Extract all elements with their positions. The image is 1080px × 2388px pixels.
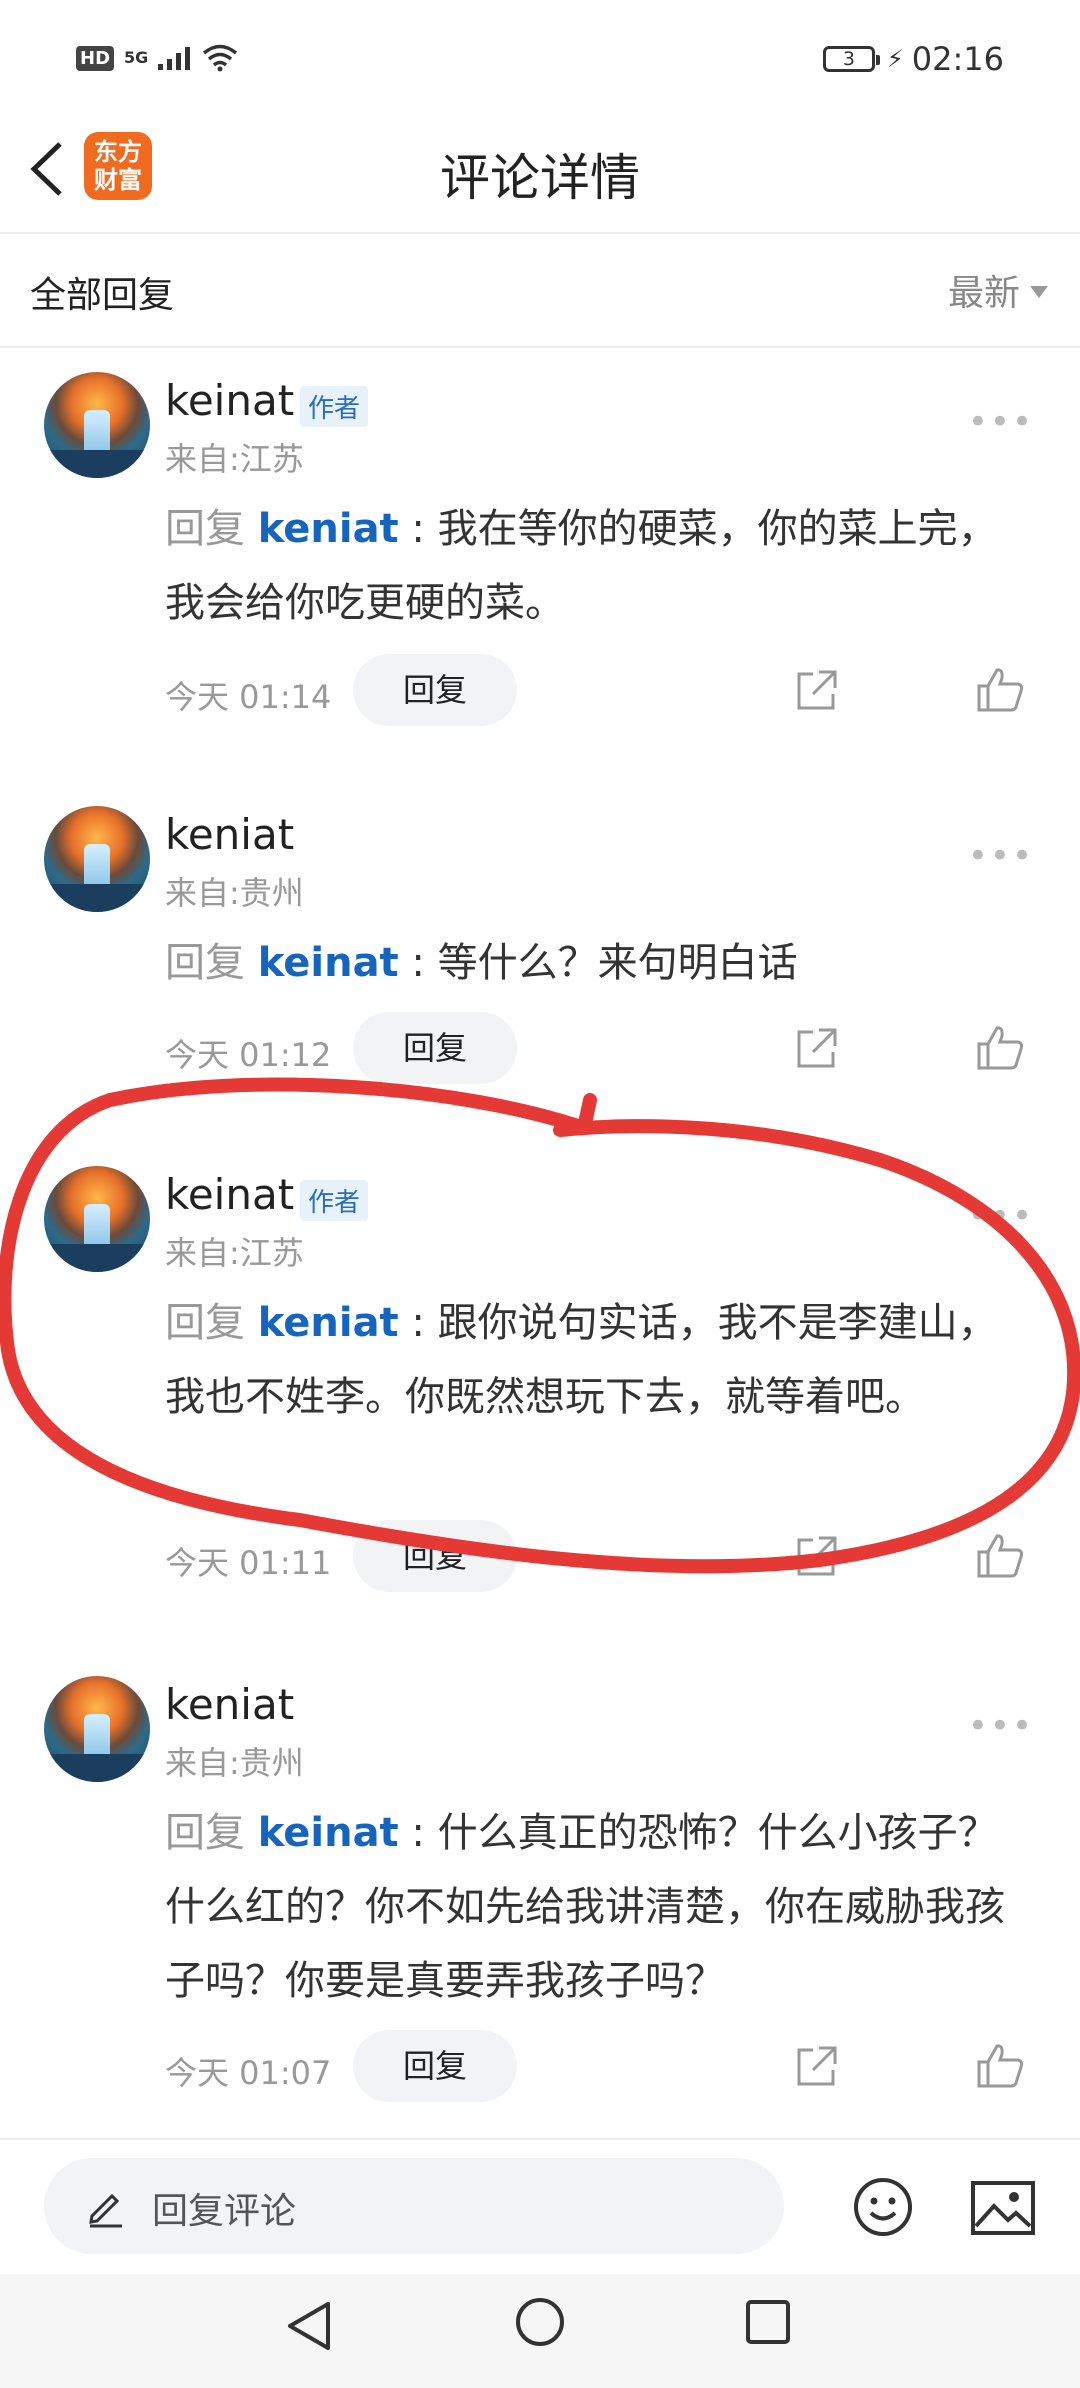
thumbs-up-icon[interactable]: [975, 1530, 1027, 1582]
reply-button[interactable]: 回复: [353, 1520, 517, 1592]
comment-location: 来自:江苏: [165, 440, 304, 478]
comment-actions: 今天 01:12 回复: [165, 1012, 1045, 1084]
comment-username[interactable]: keinat: [165, 376, 294, 425]
more-options-icon[interactable]: •••: [968, 1706, 1034, 1746]
comment-location: 来自:贵州: [165, 1744, 304, 1782]
comment-item: keniat 来自:贵州 ••• 回复 keinat : 等什么？来句明白话 今…: [0, 806, 1080, 1096]
comment-item: keinat 作者 来自:江苏 ••• 回复 keniat : 跟你说句实话，我…: [0, 1166, 1080, 1606]
network-type: 5G: [124, 48, 149, 67]
signal-icon: [158, 47, 191, 70]
avatar[interactable]: [44, 372, 150, 478]
author-badge: 作者: [300, 1180, 369, 1221]
avatar[interactable]: [44, 1166, 150, 1272]
avatar[interactable]: [44, 806, 150, 912]
reply-prefix: 回复: [165, 506, 245, 552]
comment-time: 今天 01:07: [165, 2054, 332, 2092]
sort-label: 最新: [947, 273, 1020, 314]
reply-input-placeholder: 回复评论: [152, 2191, 297, 2232]
reply-button[interactable]: 回复: [353, 2030, 517, 2102]
comment-location: 来自:贵州: [165, 874, 304, 912]
wifi-icon: [203, 44, 238, 72]
system-nav-bar: [0, 2274, 1080, 2388]
reply-button[interactable]: 回复: [353, 654, 517, 726]
more-options-icon[interactable]: •••: [968, 1196, 1034, 1236]
avatar[interactable]: [44, 1676, 150, 1782]
comment-username[interactable]: keniat: [165, 1680, 294, 1729]
comment-item: keinat 作者 来自:江苏 ••• 回复 keniat : 我在等你的硬菜，…: [0, 372, 1080, 732]
hd-icon: HD: [76, 45, 115, 71]
comment-time: 今天 01:14: [165, 678, 332, 716]
comment-location: 来自:江苏: [165, 1234, 304, 1272]
comment-actions: 今天 01:11 回复: [165, 1520, 1045, 1592]
nav-back-icon[interactable]: [284, 2298, 334, 2354]
thumbs-up-icon[interactable]: [975, 664, 1027, 716]
reply-prefix: 回复: [165, 1300, 245, 1346]
nav-home-icon[interactable]: [514, 2296, 566, 2348]
share-icon[interactable]: [793, 1024, 841, 1072]
reply-prefix: 回复: [165, 940, 245, 986]
reply-comment-input[interactable]: 回复评论: [44, 2158, 784, 2254]
comment-username[interactable]: keinat: [165, 1170, 294, 1219]
chevron-down-icon: [1030, 286, 1048, 298]
battery-icon: 3: [822, 46, 880, 72]
comment-text: 回复 keinat : 等什么？来句明白话: [165, 940, 798, 986]
page-title: 评论详情: [440, 149, 640, 207]
author-badge: 作者: [300, 386, 369, 427]
more-options-icon[interactable]: •••: [968, 402, 1034, 442]
comment-text: 回复 keniat : 跟你说句实话，我不是李建山，我也不姓李。你既然想玩下去，…: [165, 1300, 998, 1420]
more-options-icon[interactable]: •••: [968, 836, 1034, 876]
reply-target-user[interactable]: keniat: [258, 1300, 399, 1346]
status-right: 3 ⚡ 02:16: [822, 40, 1004, 78]
pen-icon: [89, 2193, 122, 2228]
reply-target-user[interactable]: keniat: [258, 506, 399, 552]
reply-prefix: 回复: [165, 1810, 245, 1856]
comment-time: 今天 01:12: [165, 1036, 332, 1074]
app-header: 东方 财富 评论详情: [0, 110, 1080, 234]
emoji-icon[interactable]: [852, 2176, 914, 2238]
share-icon[interactable]: [793, 1532, 841, 1580]
comment-username[interactable]: keniat: [165, 810, 294, 859]
reply-target-user[interactable]: keinat: [258, 1810, 399, 1856]
thumbs-up-icon[interactable]: [975, 1022, 1027, 1074]
thumbs-up-icon[interactable]: [975, 2040, 1027, 2092]
filter-bar: 全部回复 最新: [0, 234, 1080, 348]
comment-time: 今天 01:11: [165, 1544, 332, 1582]
comment-actions: 今天 01:07 回复: [165, 2030, 1045, 2102]
comment-text: 回复 keniat : 我在等你的硬菜，你的菜上完，我会给你吃更硬的菜。: [165, 506, 998, 626]
reply-button[interactable]: 回复: [353, 1012, 517, 1084]
status-bar: HD 5G 3 ⚡ 02:16: [0, 0, 1080, 110]
charging-icon: ⚡: [886, 45, 904, 73]
all-replies-label: 全部回复: [30, 275, 175, 316]
bottom-reply-bar: 回复评论: [0, 2138, 1080, 2274]
comment-body: 等什么？来句明白话: [437, 940, 798, 986]
reply-target-user[interactable]: keinat: [258, 940, 399, 986]
status-time: 02:16: [911, 40, 1004, 78]
share-icon[interactable]: [793, 2042, 841, 2090]
nav-recent-apps-icon[interactable]: [744, 2298, 792, 2346]
sort-dropdown[interactable]: 最新: [948, 264, 1048, 316]
comment-text: 回复 keinat : 什么真正的恐怖？什么小孩子？什么红的？你不如先给我讲清楚…: [165, 1810, 1005, 2004]
status-left: HD 5G: [76, 44, 238, 72]
comment-item: keniat 来自:贵州 ••• 回复 keinat : 什么真正的恐怖？什么小…: [0, 1676, 1080, 2116]
share-icon[interactable]: [793, 666, 841, 714]
comment-actions: 今天 01:14 回复: [165, 654, 1045, 726]
image-icon[interactable]: [970, 2180, 1036, 2236]
